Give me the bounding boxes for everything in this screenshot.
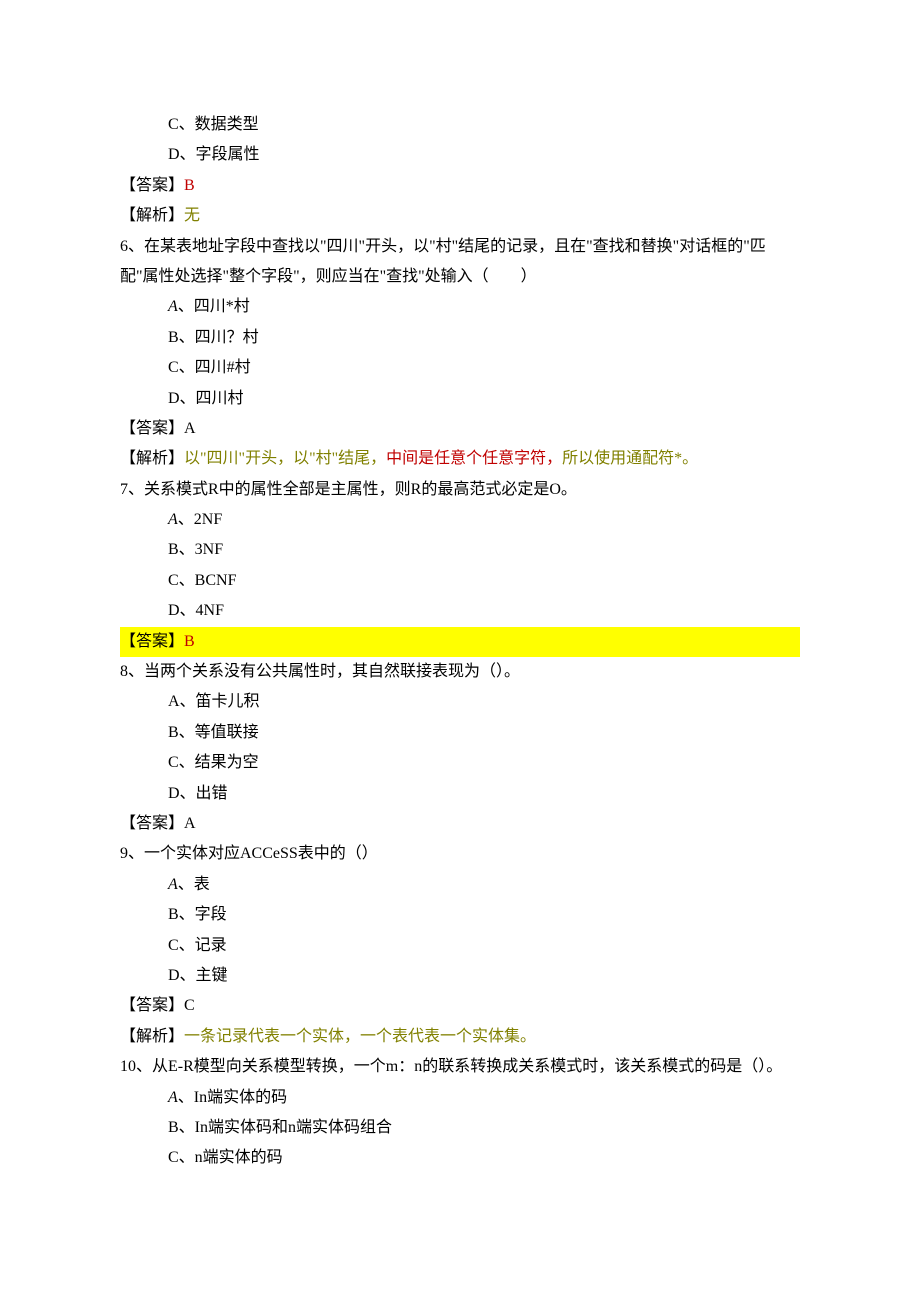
q9-option-b: B、字段: [120, 900, 800, 930]
q7-option-c: C、BCNF: [120, 566, 800, 596]
analysis-text: 无: [184, 207, 200, 224]
q10-stem: 10、从E-R模型向关系模型转换，一个m：n的联系转换成关系模式时，该关系模式的…: [120, 1052, 800, 1082]
answer-value: B: [184, 633, 195, 650]
option-text: 、2NF: [178, 511, 222, 528]
q9-option-c: C、记录: [120, 931, 800, 961]
answer-label: 【答案】: [120, 815, 184, 832]
answer-label: 【答案】: [120, 633, 184, 650]
q9-answer-line: 【答案】C: [120, 991, 800, 1021]
answer-label: 【答案】: [120, 177, 184, 194]
option-letter: A: [168, 1089, 178, 1106]
option-text: 、四川*村: [178, 298, 250, 315]
analysis-label: 【解析】: [120, 207, 184, 224]
answer-value: B: [184, 177, 195, 194]
analysis-text: 一条记录代表一个实体，一个表代表一个实体集。: [184, 1028, 536, 1045]
answer-label: 【答案】: [120, 420, 184, 437]
q6-analysis-line: 【解析】以"四川"开头，以"村"结尾，中间是任意个任意字符，所以使用通配符*。: [120, 444, 800, 474]
option-text: 、In端实体的码: [178, 1089, 287, 1106]
option-letter: A: [168, 511, 178, 528]
q8-option-d: D、出错: [120, 779, 800, 809]
analysis-text-1: 以"四川"开头，以"村"结尾，: [184, 450, 386, 467]
analysis-text-2: 中间是任意个任意字符，: [386, 450, 562, 467]
answer-value: A: [184, 815, 196, 832]
q8-answer-line: 【答案】A: [120, 809, 800, 839]
q5-option-d: D、字段属性: [120, 140, 800, 170]
q7-option-b: B、3NF: [120, 535, 800, 565]
answer-value: C: [184, 997, 195, 1014]
analysis-label: 【解析】: [120, 450, 184, 467]
q8-stem: 8、当两个关系没有公共属性时，其自然联接表现为（）。: [120, 657, 800, 687]
q10-option-c: C、n端实体的码: [120, 1143, 800, 1173]
q5-answer-line: 【答案】B: [120, 171, 800, 201]
q5-option-c: C、数据类型: [120, 110, 800, 140]
option-letter: A: [168, 876, 178, 893]
q9-analysis-line: 【解析】一条记录代表一个实体，一个表代表一个实体集。: [120, 1022, 800, 1052]
option-text: 、表: [178, 876, 210, 893]
q10-option-a: A、In端实体的码: [120, 1083, 800, 1113]
q7-answer-line-highlighted: 【答案】B: [120, 627, 800, 657]
q10-option-b: B、In端实体码和n端实体码组合: [120, 1113, 800, 1143]
q6-option-b: B、四川？村: [120, 323, 800, 353]
q6-stem: 6、在某表地址字段中查找以"四川"开头，以"村"结尾的记录，且在"查找和替换"对…: [120, 232, 800, 293]
analysis-label: 【解析】: [120, 1028, 184, 1045]
q5-analysis-line: 【解析】无: [120, 201, 800, 231]
answer-value: A: [184, 420, 196, 437]
document-page: C、数据类型 D、字段属性 【答案】B 【解析】无 6、在某表地址字段中查找以"…: [0, 0, 920, 1301]
q9-option-a: A、表: [120, 870, 800, 900]
answer-label: 【答案】: [120, 997, 184, 1014]
option-letter: A: [168, 298, 178, 315]
q6-option-d: D、四川村: [120, 384, 800, 414]
q7-option-a: A、2NF: [120, 505, 800, 535]
q6-option-a: A、四川*村: [120, 292, 800, 322]
q8-option-b: B、等值联接: [120, 718, 800, 748]
q8-option-c: C、结果为空: [120, 748, 800, 778]
q9-option-d: D、主键: [120, 961, 800, 991]
q6-answer-line: 【答案】A: [120, 414, 800, 444]
q7-stem: 7、关系模式R中的属性全部是主属性，则R的最高范式必定是O。: [120, 475, 800, 505]
q9-stem: 9、一个实体对应ACCeSS表中的（）: [120, 839, 800, 869]
q8-option-a: A、笛卡儿积: [120, 687, 800, 717]
q7-option-d: D、4NF: [120, 596, 800, 626]
analysis-text-3: 所以使用通配符*。: [562, 450, 698, 467]
q6-option-c: C、四川#村: [120, 353, 800, 383]
